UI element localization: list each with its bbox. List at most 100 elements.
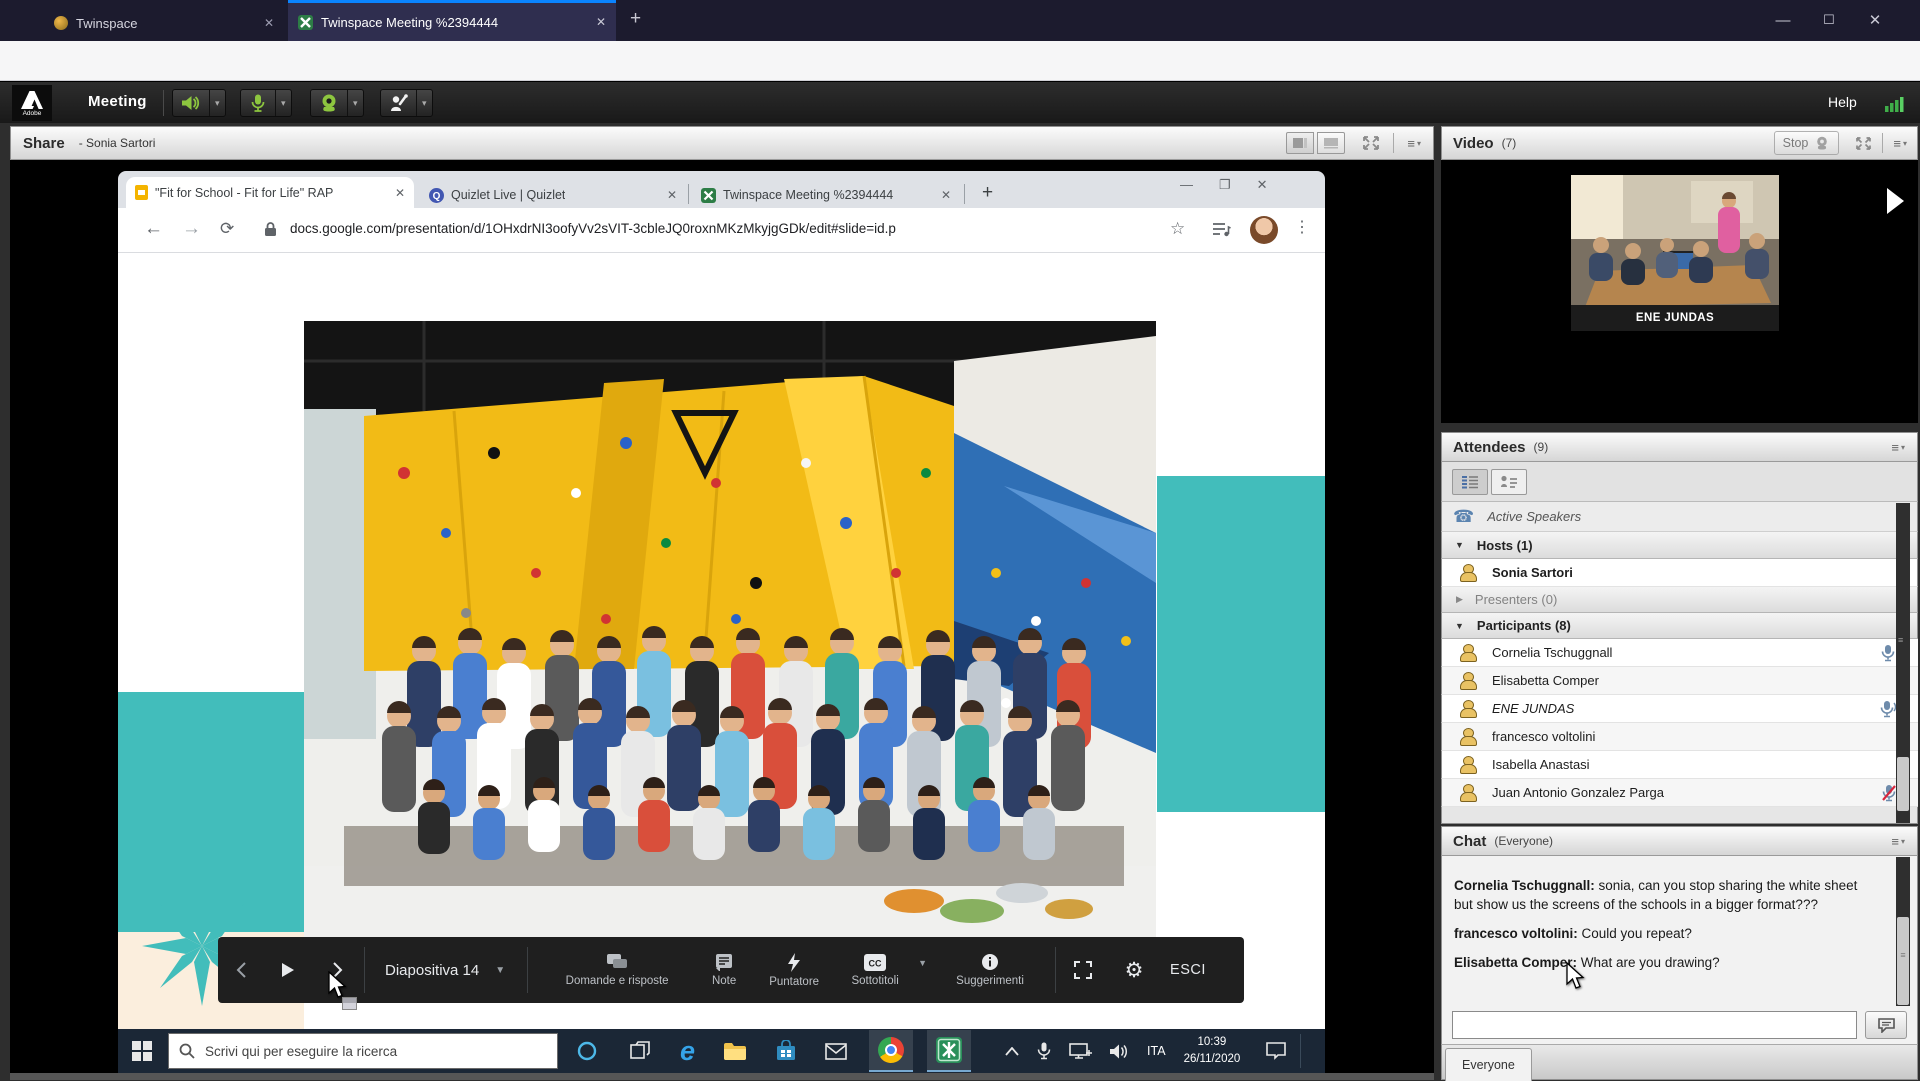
slides-captions-button: CC Sottotitoli <box>832 954 918 987</box>
microphone-dropdown[interactable]: ▾ <box>275 90 291 116</box>
minimize-button[interactable]: — <box>1760 5 1806 35</box>
attendee-row-host[interactable]: Sonia Sartori <box>1441 559 1918 587</box>
chat-pod-menu[interactable]: ≡▾ <box>1891 834 1905 849</box>
shared-avatar <box>1250 216 1278 244</box>
tab-close-icon[interactable]: ✕ <box>264 16 274 30</box>
attendees-pod-header: Attendees (9) ≡▾ <box>1441 432 1918 462</box>
chat-send-button[interactable] <box>1865 1011 1907 1039</box>
tab-close-icon[interactable]: ✕ <box>596 15 606 29</box>
attendee-name: Cornelia Tschuggnall <box>1492 645 1612 660</box>
chat-tab-everyone[interactable]: Everyone <box>1445 1048 1532 1081</box>
firefox-tab-twinspace[interactable]: Twinspace ✕ <box>44 5 284 41</box>
active-speakers-label: Active Speakers <box>1487 509 1581 524</box>
slide-number-dropdown: ▼ <box>495 965 505 976</box>
share-presenter-label: - Sonia Sartori <box>79 136 156 150</box>
speaker-dropdown[interactable]: ▾ <box>209 90 225 116</box>
hosts-group-header[interactable]: ▼ Hosts (1) <box>1441 532 1918 559</box>
collapse-triangle-icon: ▼ <box>1455 540 1464 550</box>
file-explorer-icon <box>723 1041 747 1061</box>
close-button[interactable]: ✕ <box>1852 5 1898 35</box>
svg-text:CC: CC <box>869 958 882 968</box>
chat-messages-area[interactable]: Cornelia Tschuggnall: sonia, can you sto… <box>1441 856 1918 1006</box>
chat-input[interactable] <box>1452 1011 1857 1039</box>
participants-group-header[interactable]: ▼ Participants (8) <box>1441 613 1918 639</box>
attendee-row[interactable]: ENE JUNDAS <box>1441 695 1918 723</box>
share-fullscreen-icon[interactable] <box>1362 135 1380 151</box>
attendees-pod-title: Attendees <box>1453 439 1526 456</box>
microphone-icon[interactable] <box>241 94 275 113</box>
divider <box>1393 133 1394 153</box>
tab-divider <box>688 184 689 204</box>
raise-hand-button-group[interactable]: ▾ <box>380 89 433 117</box>
help-menu[interactable]: Help <box>1828 94 1857 110</box>
attendees-scrollbar-thumb[interactable] <box>1897 757 1909 811</box>
attendees-toolbar <box>1441 462 1918 502</box>
chrome-taskbar-icon <box>869 1030 913 1072</box>
tab-close-icon: ✕ <box>395 186 405 200</box>
attendee-list-view-button[interactable] <box>1452 469 1488 495</box>
info-icon <box>981 953 999 971</box>
stop-webcam-button[interactable]: Stop <box>1774 131 1840 155</box>
attendee-row[interactable]: Isabella Anastasi <box>1441 751 1918 779</box>
participant-person-icon <box>1459 644 1476 661</box>
firefox-titlebar: Twinspace ✕ Twinspace Meeting %2394444 ✕… <box>0 0 1920 41</box>
thumbnails-next-arrow[interactable] <box>1884 186 1906 216</box>
tray-date: 26/11/2020 <box>1184 1053 1241 1065</box>
attendee-row[interactable]: francesco voltolini <box>1441 723 1918 751</box>
attendees-pod-menu[interactable]: ≡▾ <box>1891 440 1905 455</box>
video-pod-menu[interactable]: ≡▾ <box>1893 136 1907 151</box>
attendee-name: ENE JUNDAS <box>1492 701 1574 716</box>
main-video-ene-jundas[interactable]: ENE JUNDAS <box>1571 175 1779 331</box>
shared-tab-quizlet: Q Quizlet Live | Quizlet ✕ <box>420 181 686 209</box>
window-controls: — ☐ ✕ <box>1760 5 1898 35</box>
windows-start-icon <box>132 1041 152 1061</box>
cursor-drag-badge <box>342 997 357 1010</box>
pod-layout-2-button[interactable] <box>1317 132 1345 154</box>
maximize-button[interactable]: ☐ <box>1806 5 1852 35</box>
new-tab-button[interactable]: + <box>630 8 641 30</box>
chat-pod-scope: (Everyone) <box>1494 834 1553 848</box>
speaker-button-group[interactable]: ▾ <box>172 89 226 117</box>
participant-person-icon <box>1459 756 1476 773</box>
slides-tips-button: Suggerimenti <box>935 953 1045 987</box>
connection-signal-icon[interactable] <box>1884 93 1906 113</box>
raise-hand-icon[interactable] <box>381 94 416 112</box>
shared-restore-icon: ❐ <box>1219 177 1231 193</box>
share-pod-menu[interactable]: ≡▾ <box>1407 136 1421 151</box>
divider <box>163 90 164 116</box>
active-speakers-row: ☎ Active Speakers <box>1441 502 1918 532</box>
chat-scrollbar-thumb[interactable]: ≡ <box>1897 917 1909 1005</box>
firefox-tab-meeting[interactable]: Twinspace Meeting %2394444 ✕ <box>288 0 616 41</box>
microphone-button-group[interactable]: ▾ <box>240 89 292 117</box>
main-video-name-label: ENE JUNDAS <box>1571 305 1779 331</box>
quizlet-icon: Q <box>429 188 444 203</box>
webcam-dropdown[interactable]: ▾ <box>347 90 363 116</box>
speaker-icon[interactable] <box>173 94 209 112</box>
attendees-scrollbar-track[interactable]: ≡ <box>1896 503 1910 823</box>
presenters-group-header[interactable]: ▶ Presenters (0) <box>1441 587 1918 613</box>
chat-scrollbar-track[interactable]: ≡ <box>1896 857 1910 1006</box>
meeting-menu[interactable]: Meeting <box>88 93 147 110</box>
slides-qa-button: Domande e risposte <box>542 953 692 987</box>
pod-layout-1-button[interactable] <box>1286 132 1314 154</box>
participant-person-icon <box>1459 728 1476 745</box>
share-pod-title: Share <box>23 135 65 152</box>
video-fullscreen-icon[interactable] <box>1855 136 1872 151</box>
raise-hand-dropdown[interactable]: ▾ <box>416 90 432 116</box>
attendee-row[interactable]: Juan Antonio Gonzalez Parga <box>1441 779 1918 807</box>
shared-minimize-icon: — <box>1180 177 1193 193</box>
hosts-header-label: Hosts (1) <box>1477 538 1533 553</box>
shared-chrome-window-controls: — ❐ ✕ <box>1180 177 1268 193</box>
webcam-button-group[interactable]: ▾ <box>310 89 364 117</box>
webcam-icon[interactable] <box>311 94 347 112</box>
scrollbar-grip: ≡ <box>1898 638 1908 642</box>
participant-person-icon <box>1459 672 1476 689</box>
shared-padlock-icon <box>264 221 277 238</box>
adobe-logo: Adobe <box>12 85 52 121</box>
slides-play-icon <box>264 962 312 978</box>
attendee-row[interactable]: Elisabetta Comper <box>1441 667 1918 695</box>
attendee-status-view-button[interactable] <box>1491 469 1527 495</box>
attendee-row[interactable]: Cornelia Tschuggnall <box>1441 639 1918 667</box>
mic-on-icon <box>1880 644 1896 662</box>
taskbar-search-box: Scrivi qui per eseguire la ricerca <box>168 1033 558 1069</box>
